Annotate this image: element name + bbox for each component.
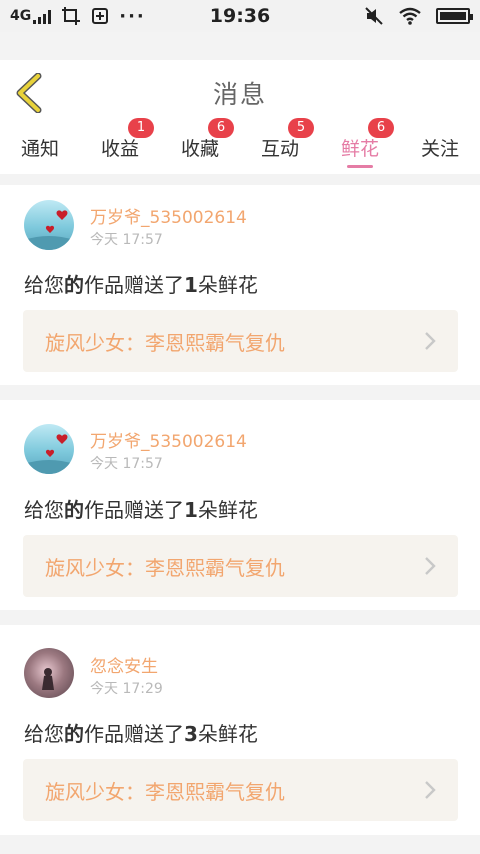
work-title: 旋风少女：李恩熙霸气复仇 [45, 555, 285, 580]
count-badge: 6 [368, 118, 394, 138]
page-title: 消息 [212, 80, 267, 109]
work-link[interactable]: 旋风少女：李恩熙霸气复仇 [23, 759, 458, 821]
avatar[interactable] [24, 200, 74, 250]
count-badge: 5 [288, 118, 314, 138]
gift-message: 给您的作品赠送了3朵鲜花 [24, 718, 258, 747]
message-text: 朵鲜花 [197, 722, 258, 746]
message-text: 作品赠送了 [84, 498, 184, 522]
message-text: 的 [64, 273, 84, 297]
tab-label: 收藏 [180, 138, 219, 160]
person-avatar-icon [42, 668, 54, 690]
tab-favorites[interactable]: 收藏 6 [160, 118, 240, 174]
message-text: 给您 [24, 722, 64, 746]
sender-name[interactable]: 万岁爷_535002614 [90, 427, 247, 452]
hearts-avatar-icon [24, 210, 74, 250]
notification-card: 忽念安生 今天 17:29 给您的作品赠送了3朵鲜花 旋风少女：李恩熙霸气复仇 [0, 625, 480, 835]
mute-icon [365, 7, 383, 25]
tab-label: 通知 [20, 138, 59, 160]
work-link[interactable]: 旋风少女：李恩熙霸气复仇 [23, 310, 458, 372]
hearts-avatar-icon [24, 434, 74, 474]
tab-notice[interactable]: 通知 [0, 126, 80, 174]
notification-card: 万岁爷_535002614 今天 17:57 给您的作品赠送了1朵鲜花 旋风少女… [0, 400, 480, 610]
status-right [364, 6, 473, 26]
message-text: 的 [64, 722, 84, 746]
network-indicator: 4G [10, 8, 52, 24]
tab-earnings[interactable]: 收益 1 [80, 118, 160, 174]
work-link[interactable]: 旋风少女：李恩熙霸气复仇 [23, 535, 458, 597]
work-title: 旋风少女：李恩熙霸气复仇 [45, 330, 285, 355]
timestamp: 今天 17:57 [90, 456, 163, 472]
back-arrow-icon[interactable] [14, 73, 44, 113]
screenshot-icon [62, 7, 81, 25]
chevron-right-icon [425, 781, 436, 799]
chevron-right-icon [425, 557, 436, 575]
message-text: 给您 [24, 498, 64, 522]
count-badge: 1 [128, 118, 154, 138]
status-bar: 4G ··· 19:36 [0, 0, 480, 32]
count-badge: 6 [208, 118, 234, 138]
tab-label: 收益 [100, 138, 139, 160]
avatar[interactable] [24, 648, 74, 698]
gift-message: 给您的作品赠送了1朵鲜花 [24, 494, 258, 523]
tab-interactions[interactable]: 互动 5 [240, 118, 320, 174]
tab-label: 鲜花 [340, 138, 379, 160]
flower-count: 1 [184, 273, 198, 297]
active-tab-indicator [347, 165, 373, 168]
message-text: 朵鲜花 [197, 273, 258, 297]
avatar[interactable] [24, 424, 74, 474]
wifi-icon [399, 7, 421, 25]
timestamp: 今天 17:29 [90, 681, 163, 697]
chevron-right-icon [425, 332, 436, 350]
network-type: 4G [10, 8, 32, 24]
gift-message: 给您的作品赠送了1朵鲜花 [24, 269, 258, 298]
work-title: 旋风少女：李恩熙霸气复仇 [45, 779, 285, 804]
flower-count: 3 [184, 722, 198, 746]
message-text: 的 [64, 498, 84, 522]
clock: 19:36 [209, 5, 271, 27]
tab-label: 互动 [260, 138, 299, 160]
top-bar: 消息 [0, 60, 480, 126]
flower-count: 1 [184, 498, 198, 522]
signal-icon [33, 10, 52, 24]
message-text: 给您 [24, 273, 64, 297]
status-left: 4G ··· [10, 6, 146, 27]
message-text: 作品赠送了 [84, 722, 184, 746]
tab-label: 关注 [420, 138, 459, 160]
message-text: 作品赠送了 [84, 273, 184, 297]
timestamp: 今天 17:57 [90, 232, 163, 248]
battery-icon [436, 8, 473, 24]
sender-name[interactable]: 万岁爷_535002614 [90, 203, 247, 228]
tab-following[interactable]: 关注 [400, 126, 480, 174]
message-text: 朵鲜花 [197, 498, 258, 522]
sync-icon [92, 8, 109, 24]
sender-name[interactable]: 忽念安生 [90, 652, 158, 677]
tab-flowers[interactable]: 鲜花 6 [320, 118, 400, 174]
message-tabs: 通知 收益 1 收藏 6 互动 5 鲜花 6 关注 [0, 118, 480, 174]
notification-card: 万岁爷_535002614 今天 17:57 给您的作品赠送了1朵鲜花 旋风少女… [0, 185, 480, 385]
more-icon: ··· [119, 5, 146, 27]
